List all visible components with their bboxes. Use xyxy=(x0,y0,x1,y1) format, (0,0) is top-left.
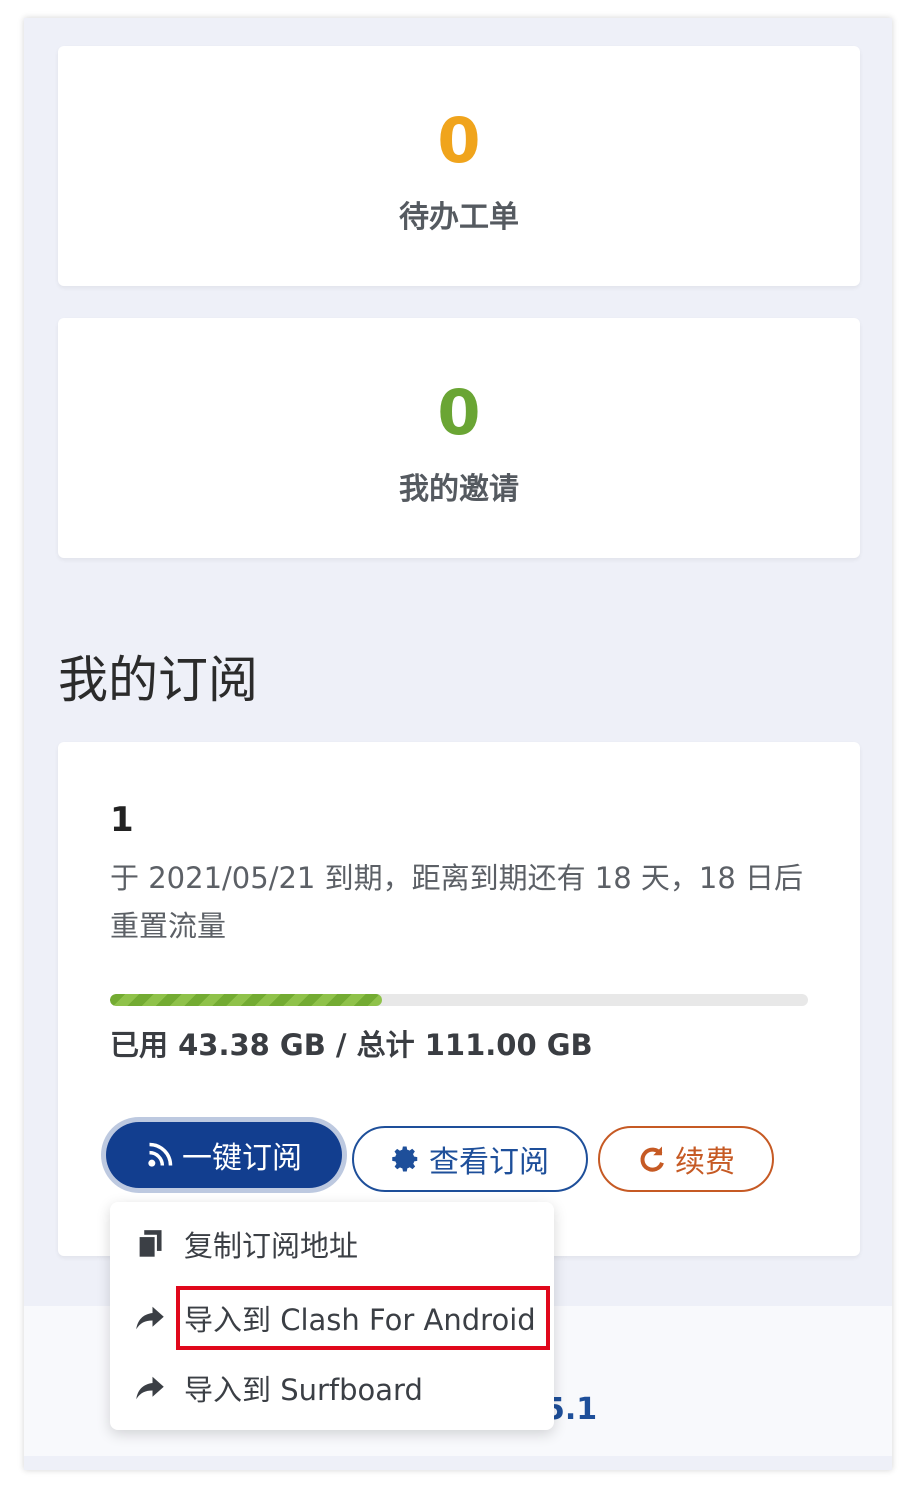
usage-progress-bar xyxy=(110,994,808,1006)
view-subscription-button[interactable]: 查看订阅 xyxy=(352,1126,588,1192)
gear-icon xyxy=(391,1144,421,1174)
dropdown-item-label: 导入到 Surfboard xyxy=(184,1373,423,1407)
dropdown-item-import-surfboard[interactable]: 导入到 Surfboard xyxy=(134,1358,423,1418)
highlight-annotation-box xyxy=(176,1286,550,1350)
view-subscription-label: 查看订阅 xyxy=(429,1145,549,1180)
app-frame: 0 待办工单 0 我的邀请 我的订阅 1 于 2021/05/21 到期，距离到… xyxy=(24,18,892,1470)
plan-expiry-text: 于 2021/05/21 到期，距离到期还有 18 天，18 日后重置流量 xyxy=(110,861,804,943)
one-click-subscribe-label: 一键订阅 xyxy=(182,1141,302,1176)
one-click-subscribe-button[interactable]: 一键订阅 xyxy=(106,1122,342,1188)
invites-count: 0 xyxy=(437,376,481,449)
subscription-card: 1 于 2021/05/21 到期，距离到期还有 18 天，18 日后重置流量 … xyxy=(58,742,860,1256)
tickets-count: 0 xyxy=(437,104,481,177)
renew-label: 续费 xyxy=(675,1145,735,1180)
rss-icon xyxy=(146,1141,174,1169)
plan-name: 1 xyxy=(110,800,134,840)
copy-icon xyxy=(134,1228,166,1260)
share-arrow-icon xyxy=(134,1302,166,1334)
invites-card[interactable]: 0 我的邀请 xyxy=(58,318,860,558)
tickets-card[interactable]: 0 待办工单 xyxy=(58,46,860,286)
refresh-icon xyxy=(637,1144,667,1174)
invites-label: 我的邀请 xyxy=(399,472,519,507)
subscribe-dropdown-menu: 复制订阅地址 导入到 Clash For Android 导入到 Surfboa… xyxy=(110,1202,554,1430)
dropdown-item-label: 复制订阅地址 xyxy=(184,1229,359,1263)
tickets-label: 待办工单 xyxy=(399,200,519,235)
share-arrow-icon xyxy=(134,1372,166,1404)
usage-text: 已用 43.38 GB / 总计 111.00 GB xyxy=(110,1028,593,1062)
usage-progress-fill xyxy=(110,994,383,1006)
renew-button[interactable]: 续费 xyxy=(598,1126,774,1192)
dropdown-item-copy-url[interactable]: 复制订阅地址 xyxy=(134,1214,358,1274)
subscription-section-title: 我的订阅 xyxy=(58,651,258,709)
